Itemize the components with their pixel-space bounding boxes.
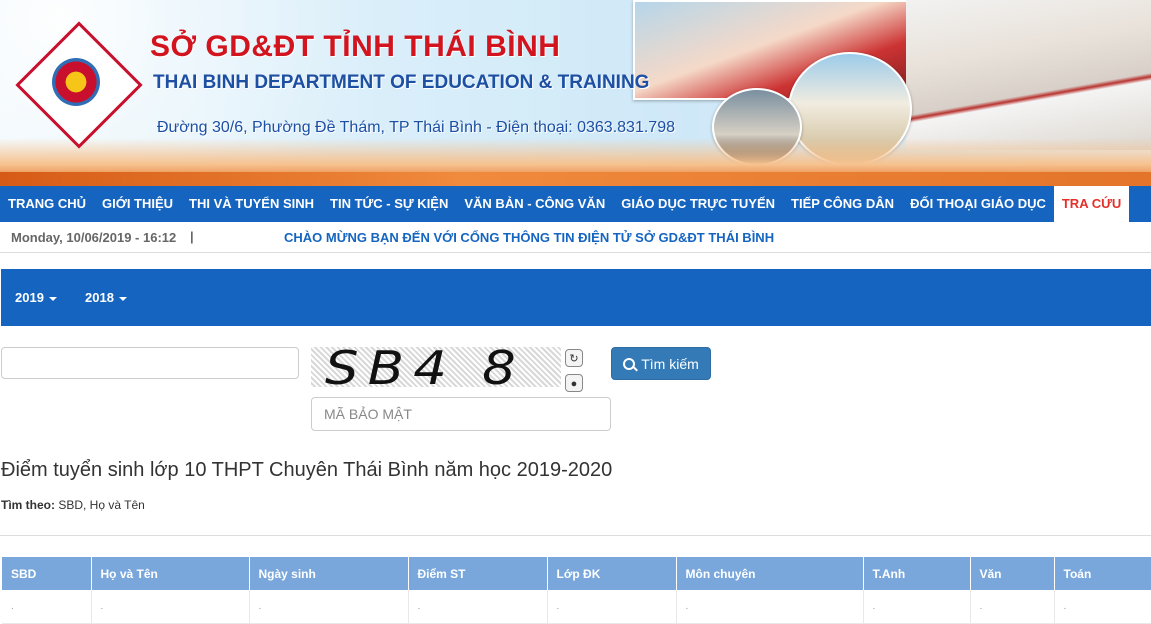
captcha-text: SB4 8 — [325, 347, 526, 387]
search-by-label: Tìm theo: — [1, 498, 55, 512]
welcome-marquee: CHÀO MỪNG BẠN ĐẾN VỚI CỔNG THÔNG TIN ĐIỆ… — [284, 230, 775, 245]
search-icon — [623, 357, 636, 370]
security-code-input[interactable] — [311, 397, 611, 431]
search-input[interactable] — [1, 347, 299, 379]
table-cell: . — [1054, 590, 1151, 624]
table-cell: . — [676, 590, 864, 624]
ticker-separator: | — [190, 229, 194, 244]
nav-item-about[interactable]: GIỚI THIỆU — [94, 186, 181, 222]
nav-item-home[interactable]: TRANG CHỦ — [0, 186, 94, 222]
site-title: SỞ GD&ĐT TỈNH THÁI BÌNH — [150, 30, 561, 63]
table-cell: . — [970, 590, 1055, 624]
year-label: 2019 — [15, 290, 44, 305]
nav-item-citizen-reception[interactable]: TIẾP CÔNG DÂN — [783, 186, 902, 222]
table-row: . . . . . . . . . — [2, 590, 1151, 624]
table-header-row: SBD Họ và Tên Ngày sinh Điểm ST Lớp ĐK M… — [2, 557, 1151, 590]
site-address: Đường 30/6, Phường Đề Thám, TP Thái Bình… — [157, 119, 675, 136]
department-logo-emblem — [52, 58, 100, 106]
ticker-bar: Monday, 10/06/2019 - 16:12 | CHÀO MỪNG B… — [0, 222, 1151, 253]
caret-down-icon — [118, 296, 127, 301]
column-header-total-score[interactable]: Điểm ST — [408, 557, 548, 590]
search-button[interactable]: Tìm kiếm — [611, 347, 711, 380]
banner-wave-edge — [0, 172, 1151, 186]
caret-down-icon — [48, 296, 57, 301]
year-bar: 2019 2018 — [1, 269, 1151, 326]
results-table: SBD Họ và Tên Ngày sinh Điểm ST Lớp ĐK M… — [2, 557, 1151, 624]
table-cell: . — [91, 590, 250, 624]
main-nav: TRANG CHỦ GIỚI THIỆU THI VÀ TUYỂN SINH T… — [0, 186, 1151, 222]
audio-captcha-icon[interactable]: ● — [565, 374, 583, 392]
search-by-hint: Tìm theo: SBD, Họ và Tên — [1, 498, 145, 512]
nav-item-exams[interactable]: THI VÀ TUYỂN SINH — [181, 186, 322, 222]
column-header-literature[interactable]: Văn — [970, 557, 1055, 590]
table-cell: . — [863, 590, 971, 624]
search-by-value: SBD, Họ và Tên — [55, 498, 145, 512]
year-dropdown-2019[interactable]: 2019 — [15, 290, 57, 305]
column-header-specialty[interactable]: Môn chuyên — [676, 557, 864, 590]
site-subtitle: THAI BINH DEPARTMENT OF EDUCATION & TRAI… — [153, 72, 650, 93]
nav-item-documents[interactable]: VĂN BẢN - CÔNG VĂN — [456, 186, 613, 222]
divider — [0, 535, 1151, 536]
nav-item-online-education[interactable]: GIÁO DỤC TRỰC TUYẾN — [613, 186, 783, 222]
nav-item-dialogue[interactable]: ĐỐI THOẠI GIÁO DỤC — [902, 186, 1054, 222]
search-button-label: Tìm kiếm — [641, 355, 699, 372]
column-header-name[interactable]: Họ và Tên — [91, 557, 250, 590]
column-header-math[interactable]: Toán — [1054, 557, 1151, 590]
page-title: Điểm tuyển sinh lớp 10 THPT Chuyên Thái … — [1, 459, 613, 481]
students-photo — [906, 0, 1151, 150]
captcha-image: SB4 8 — [311, 347, 561, 387]
column-header-english[interactable]: T.Anh — [863, 557, 971, 590]
column-header-sbd[interactable]: SBD — [2, 557, 92, 590]
table-cell: . — [408, 590, 548, 624]
current-datetime: Monday, 10/06/2019 - 16:12 — [11, 230, 177, 245]
column-header-birthdate[interactable]: Ngày sinh — [249, 557, 409, 590]
nav-item-lookup[interactable]: TRA CỨU — [1053, 186, 1130, 222]
table-cell: . — [2, 590, 92, 624]
refresh-captcha-icon[interactable]: ↻ — [565, 349, 583, 367]
header-banner: SỞ GD&ĐT TỈNH THÁI BÌNH THAI BINH DEPART… — [0, 0, 1151, 186]
year-label: 2018 — [85, 290, 114, 305]
table-cell: . — [547, 590, 677, 624]
column-header-class[interactable]: Lớp ĐK — [547, 557, 677, 590]
table-cell: . — [249, 590, 409, 624]
year-dropdown-2018[interactable]: 2018 — [85, 290, 127, 305]
nav-item-news[interactable]: TIN TỨC - SỰ KIỆN — [322, 186, 456, 222]
